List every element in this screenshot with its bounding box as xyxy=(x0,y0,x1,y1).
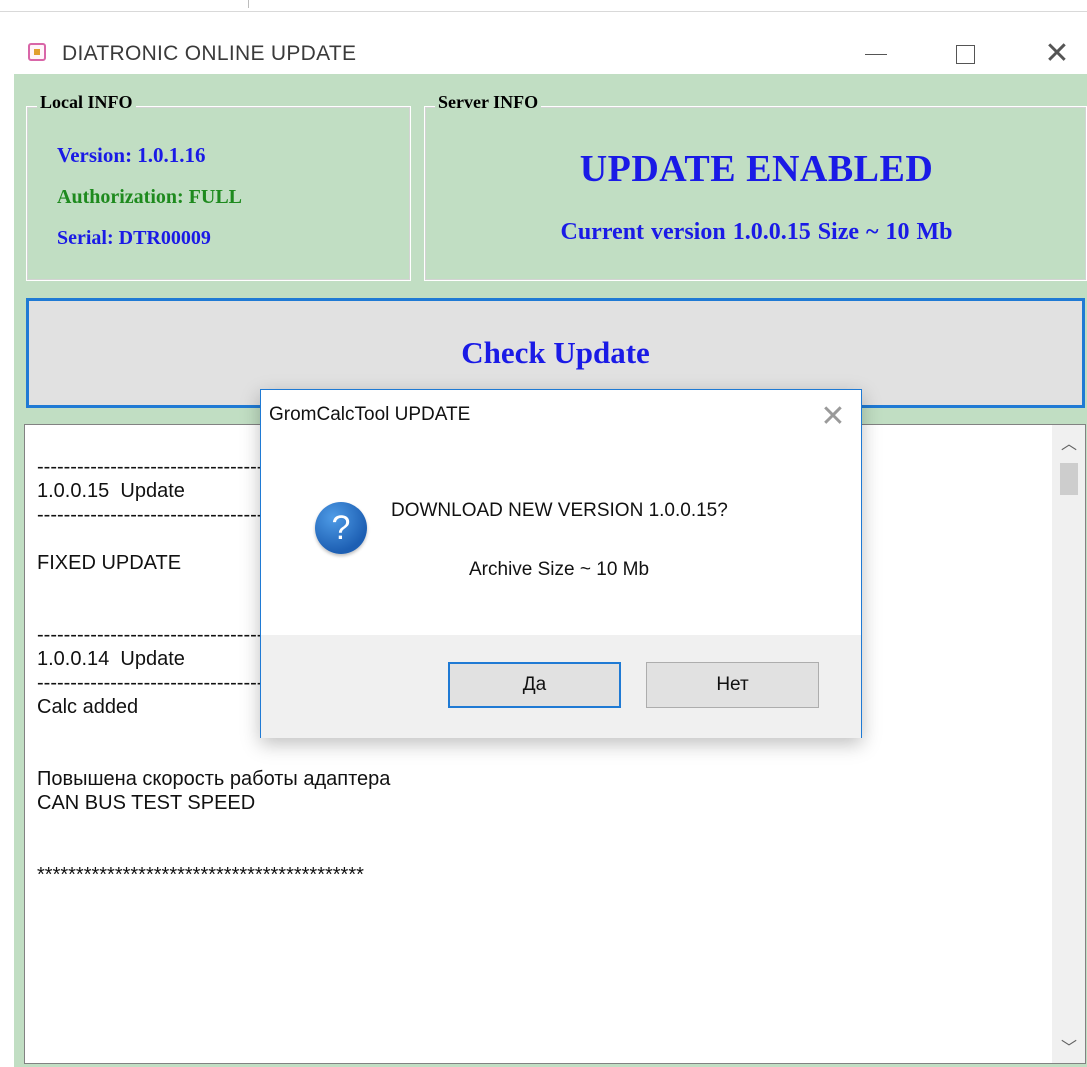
server-info-title: Server INFO xyxy=(435,92,542,113)
changelog-line xyxy=(37,839,1037,863)
update-status: UPDATE ENABLED xyxy=(579,148,934,190)
scroll-up-icon[interactable]: ︿ xyxy=(1052,425,1085,459)
dialog-close-icon[interactable]: ✕ xyxy=(813,398,853,434)
question-icon: ? xyxy=(315,502,367,554)
local-info-title: Local INFO xyxy=(37,92,136,113)
scroll-thumb[interactable] xyxy=(1060,463,1078,495)
maximize-icon xyxy=(955,44,975,64)
minimize-icon xyxy=(865,53,887,55)
minimize-button[interactable] xyxy=(846,32,906,76)
top-strip xyxy=(0,0,1087,12)
yes-button[interactable]: Да xyxy=(448,662,621,708)
local-authorization: Authorization: FULL xyxy=(57,186,242,208)
app-icon xyxy=(28,43,46,61)
check-update-label: Check Update xyxy=(461,335,650,370)
scroll-down-icon[interactable]: ﹀ xyxy=(1052,1029,1085,1063)
changelog-line xyxy=(37,815,1037,839)
server-info-group: Server INFO UPDATE ENABLED Current versi… xyxy=(424,92,1087,281)
title-bar: DIATRONIC ONLINE UPDATE ✕ xyxy=(0,12,1087,74)
server-current-version: Current version 1.0.0.15 Size ~ 10 Mb xyxy=(560,219,953,245)
close-button[interactable]: ✕ xyxy=(1027,32,1087,76)
dialog-footer: Да Нет xyxy=(261,635,861,738)
no-button[interactable]: Нет xyxy=(646,662,819,708)
changelog-line: Повышена скорость работы адаптера xyxy=(37,768,391,790)
vertical-scrollbar[interactable]: ︿ ﹀ xyxy=(1051,425,1085,1063)
dialog-message: DOWNLOAD NEW VERSION 1.0.0.15? xyxy=(391,500,728,521)
dialog-title: GromCalcTool UPDATE xyxy=(269,404,471,425)
changelog-line: CAN BUS TEST SPEED xyxy=(37,792,256,814)
local-version: Version: 1.0.1.16 xyxy=(57,143,206,167)
update-dialog: GromCalcTool UPDATE ✕ ? DOWNLOAD NEW VER… xyxy=(260,389,862,738)
dialog-detail: Archive Size ~ 10 Mb xyxy=(469,559,650,580)
local-info-group: Local INFO Version: 1.0.1.16 Authorizati… xyxy=(26,92,411,281)
local-serial: Serial: DTR00009 xyxy=(57,227,211,249)
close-icon: ✕ xyxy=(1044,37,1070,70)
window-title: DIATRONIC ONLINE UPDATE xyxy=(62,42,357,65)
changelog-line xyxy=(37,743,1037,767)
maximize-button[interactable] xyxy=(935,32,995,76)
changelog-line: ****************************************… xyxy=(37,864,364,886)
separator xyxy=(248,0,249,8)
